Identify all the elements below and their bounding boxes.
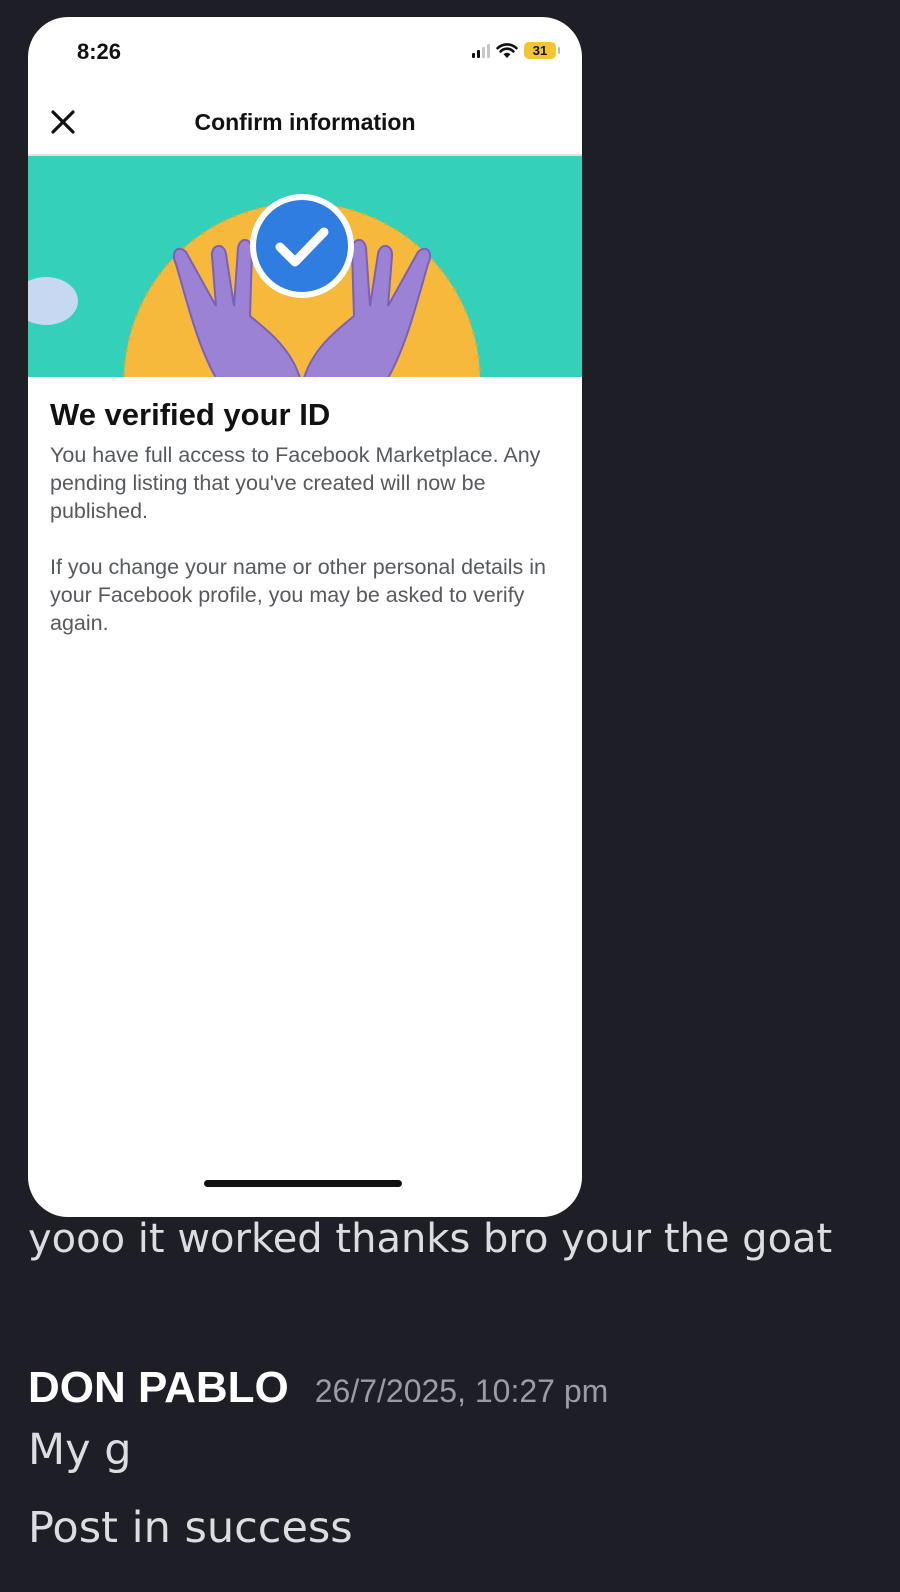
chat-message: Post in success bbox=[28, 1503, 353, 1553]
wifi-icon bbox=[496, 42, 518, 58]
author-name[interactable]: DON PABLO bbox=[28, 1363, 289, 1413]
verification-paragraph-1: You have full access to Facebook Marketp… bbox=[50, 443, 541, 523]
status-icons: 31 bbox=[472, 42, 560, 59]
status-bar: 8:26 31 bbox=[28, 17, 582, 87]
verification-content: We verified your ID You have full access… bbox=[50, 397, 562, 637]
page-title: Confirm information bbox=[194, 109, 416, 135]
battery-icon: 31 bbox=[524, 42, 560, 59]
illustration-graphic bbox=[28, 194, 482, 377]
verification-illustration bbox=[28, 156, 582, 377]
message-timestamp: 26/7/2025, 10:27 pm bbox=[314, 1373, 609, 1409]
home-indicator bbox=[204, 1180, 402, 1187]
app-header: Confirm information bbox=[28, 97, 582, 157]
badge-circle bbox=[256, 200, 348, 292]
status-time: 8:26 bbox=[77, 39, 122, 64]
verification-heading: We verified your ID bbox=[50, 397, 331, 432]
message-header: DON PABLO 26/7/2025, 10:27 pm bbox=[28, 1363, 608, 1413]
verification-paragraph-2: If you change your name or other persona… bbox=[50, 555, 546, 635]
signal-icon bbox=[472, 43, 490, 58]
chat-message: yooo it worked thanks bro your the goat bbox=[28, 1216, 833, 1262]
cloud-shape bbox=[28, 277, 78, 325]
phone-screenshot: 8:26 31 Confirm information We verified … bbox=[28, 17, 582, 1217]
chat-message: My g bbox=[28, 1425, 132, 1475]
